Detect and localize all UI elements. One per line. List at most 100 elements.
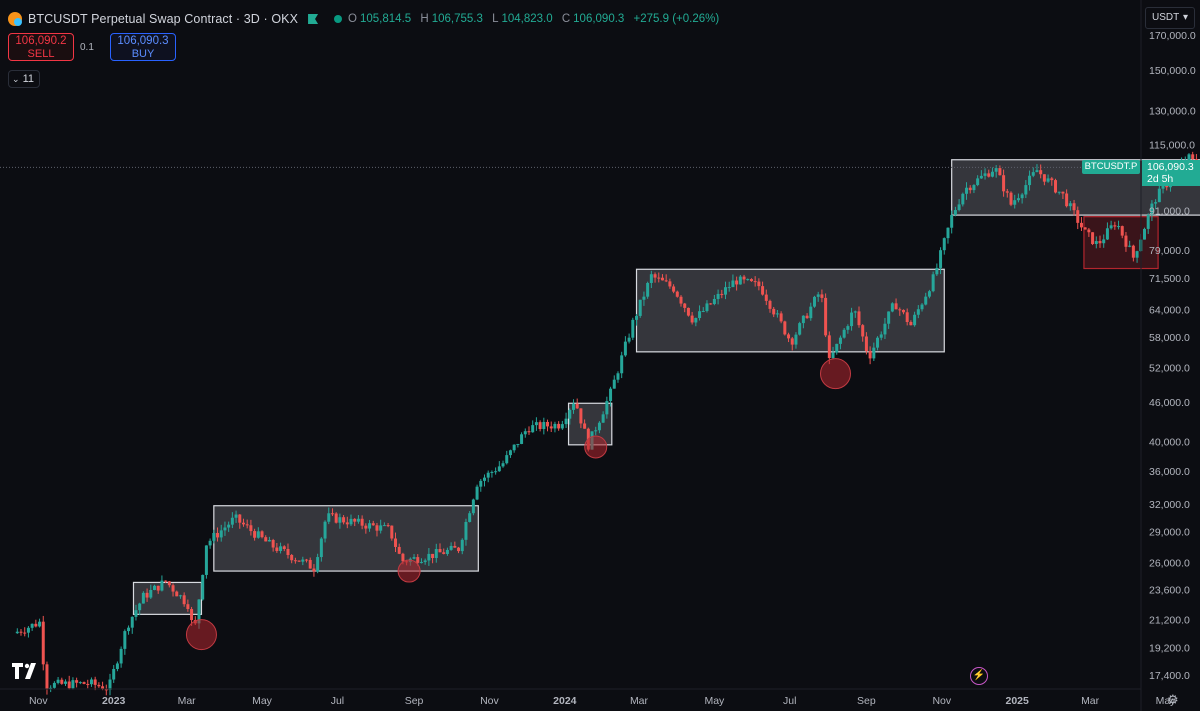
sell-button[interactable]: 106,090.2 SELL (8, 33, 74, 61)
candle-body (553, 423, 557, 429)
buy-price: 106,090.3 (117, 35, 169, 47)
time-tick-label: 2023 (102, 695, 126, 707)
candle-body (757, 281, 761, 287)
tradingview-logo-icon[interactable] (12, 660, 40, 680)
candle-body (1142, 228, 1146, 240)
candle-body (327, 513, 331, 522)
candle-body (1083, 227, 1087, 230)
buy-button[interactable]: 106,090.3 BUY (110, 33, 176, 61)
candle-body (753, 281, 757, 283)
candle-body (653, 274, 657, 278)
time-tick-label: Mar (1081, 695, 1100, 707)
candle-body (998, 168, 1002, 176)
time-tick-label: Mar (630, 695, 649, 707)
candle-body (646, 282, 650, 297)
price-tick-label: 32,000.0 (1149, 499, 1190, 511)
candle-body (672, 286, 676, 292)
price-change: +275.9 (+0.26%) (633, 13, 720, 25)
candle-body (727, 287, 731, 289)
candle-body (475, 486, 479, 500)
candle-body (434, 549, 438, 558)
candle-body (164, 580, 168, 582)
candle-body (186, 604, 190, 610)
last-price-label: 106,090.3 2d 5h (1142, 160, 1200, 187)
candle-body (761, 286, 765, 295)
candle-body (219, 530, 223, 538)
candle-body (412, 557, 416, 559)
bar-countdown: 2d 5h (1147, 173, 1174, 186)
price-tick-label: 64,000.0 (1149, 304, 1190, 316)
candle-body (338, 517, 342, 523)
symbol-header[interactable]: BTCUSDT Perpetual Swap Contract · 3D · O… (8, 10, 719, 28)
time-tick-label: Nov (29, 695, 48, 707)
candle-body (1035, 170, 1039, 173)
candle-body (686, 307, 690, 316)
candle-body (301, 559, 305, 562)
candle-body (742, 276, 746, 280)
candle-body (642, 296, 646, 300)
candle-body (201, 574, 205, 600)
candle-body (520, 434, 524, 444)
lightning-icon[interactable]: ⚡ (970, 667, 988, 685)
candle-body (386, 525, 390, 527)
candle-body (245, 524, 249, 526)
candle-body (631, 319, 635, 338)
candle-body (772, 308, 776, 315)
candle-body (223, 527, 227, 531)
price-chart[interactable]: 170,000.0 150,000.0 130,000.0 115,000.0 91,0… (0, 0, 1200, 711)
candle-body (308, 559, 312, 569)
candle-body (152, 585, 156, 590)
candle-body (319, 538, 323, 558)
candle-body (605, 401, 609, 415)
candle-body (831, 352, 835, 359)
candle-body (23, 632, 27, 634)
flag-icon[interactable] (308, 14, 319, 24)
candle-body (1042, 174, 1046, 182)
candle-body (724, 287, 728, 295)
candle-body (735, 280, 739, 285)
candle-body (204, 545, 208, 575)
candle-body (1068, 203, 1072, 207)
candle-body (638, 299, 642, 316)
time-tick-label: 2025 (1006, 695, 1030, 707)
time-tick-label: 2024 (553, 695, 577, 707)
candle-body (275, 547, 279, 552)
gear-icon[interactable]: ⚙ (1167, 692, 1179, 708)
candle-body (1094, 241, 1098, 245)
candle-body (160, 580, 164, 591)
currency-select[interactable]: USDT (1145, 7, 1195, 29)
candle-body (397, 546, 401, 554)
candle-body (171, 585, 175, 592)
candle-body (1020, 194, 1024, 199)
candle-body (983, 173, 987, 176)
candle-body (134, 610, 138, 617)
candle-body (1131, 245, 1135, 258)
indicators-toggle[interactable]: ⌄ 11 (8, 70, 40, 88)
candle-body (716, 293, 720, 299)
candle-body (379, 525, 383, 531)
candle-body (1065, 193, 1069, 207)
candle-body (805, 315, 809, 319)
candle-body (920, 304, 924, 310)
candle-body (660, 277, 664, 281)
candle-body (1054, 180, 1058, 193)
candle-body (571, 403, 575, 410)
candle-body (78, 682, 82, 684)
candle-body (1028, 175, 1032, 186)
candle-body (883, 323, 887, 335)
candle-body (1046, 178, 1050, 182)
candle-body (30, 623, 34, 628)
candle-body (568, 409, 572, 419)
candle-body (583, 423, 587, 429)
candle-body (675, 291, 679, 297)
candle-body (698, 311, 702, 319)
candle-body (887, 311, 891, 324)
candle-body (471, 499, 475, 514)
candle-body (812, 296, 816, 307)
market-status-dot-icon (334, 15, 343, 23)
symbol-title[interactable]: BTCUSDT Perpetual Swap Contract · 3D · O… (28, 12, 298, 26)
candle-body (86, 683, 90, 685)
candle-body (701, 310, 705, 312)
candle-body (238, 514, 242, 523)
candle-body (149, 589, 153, 598)
